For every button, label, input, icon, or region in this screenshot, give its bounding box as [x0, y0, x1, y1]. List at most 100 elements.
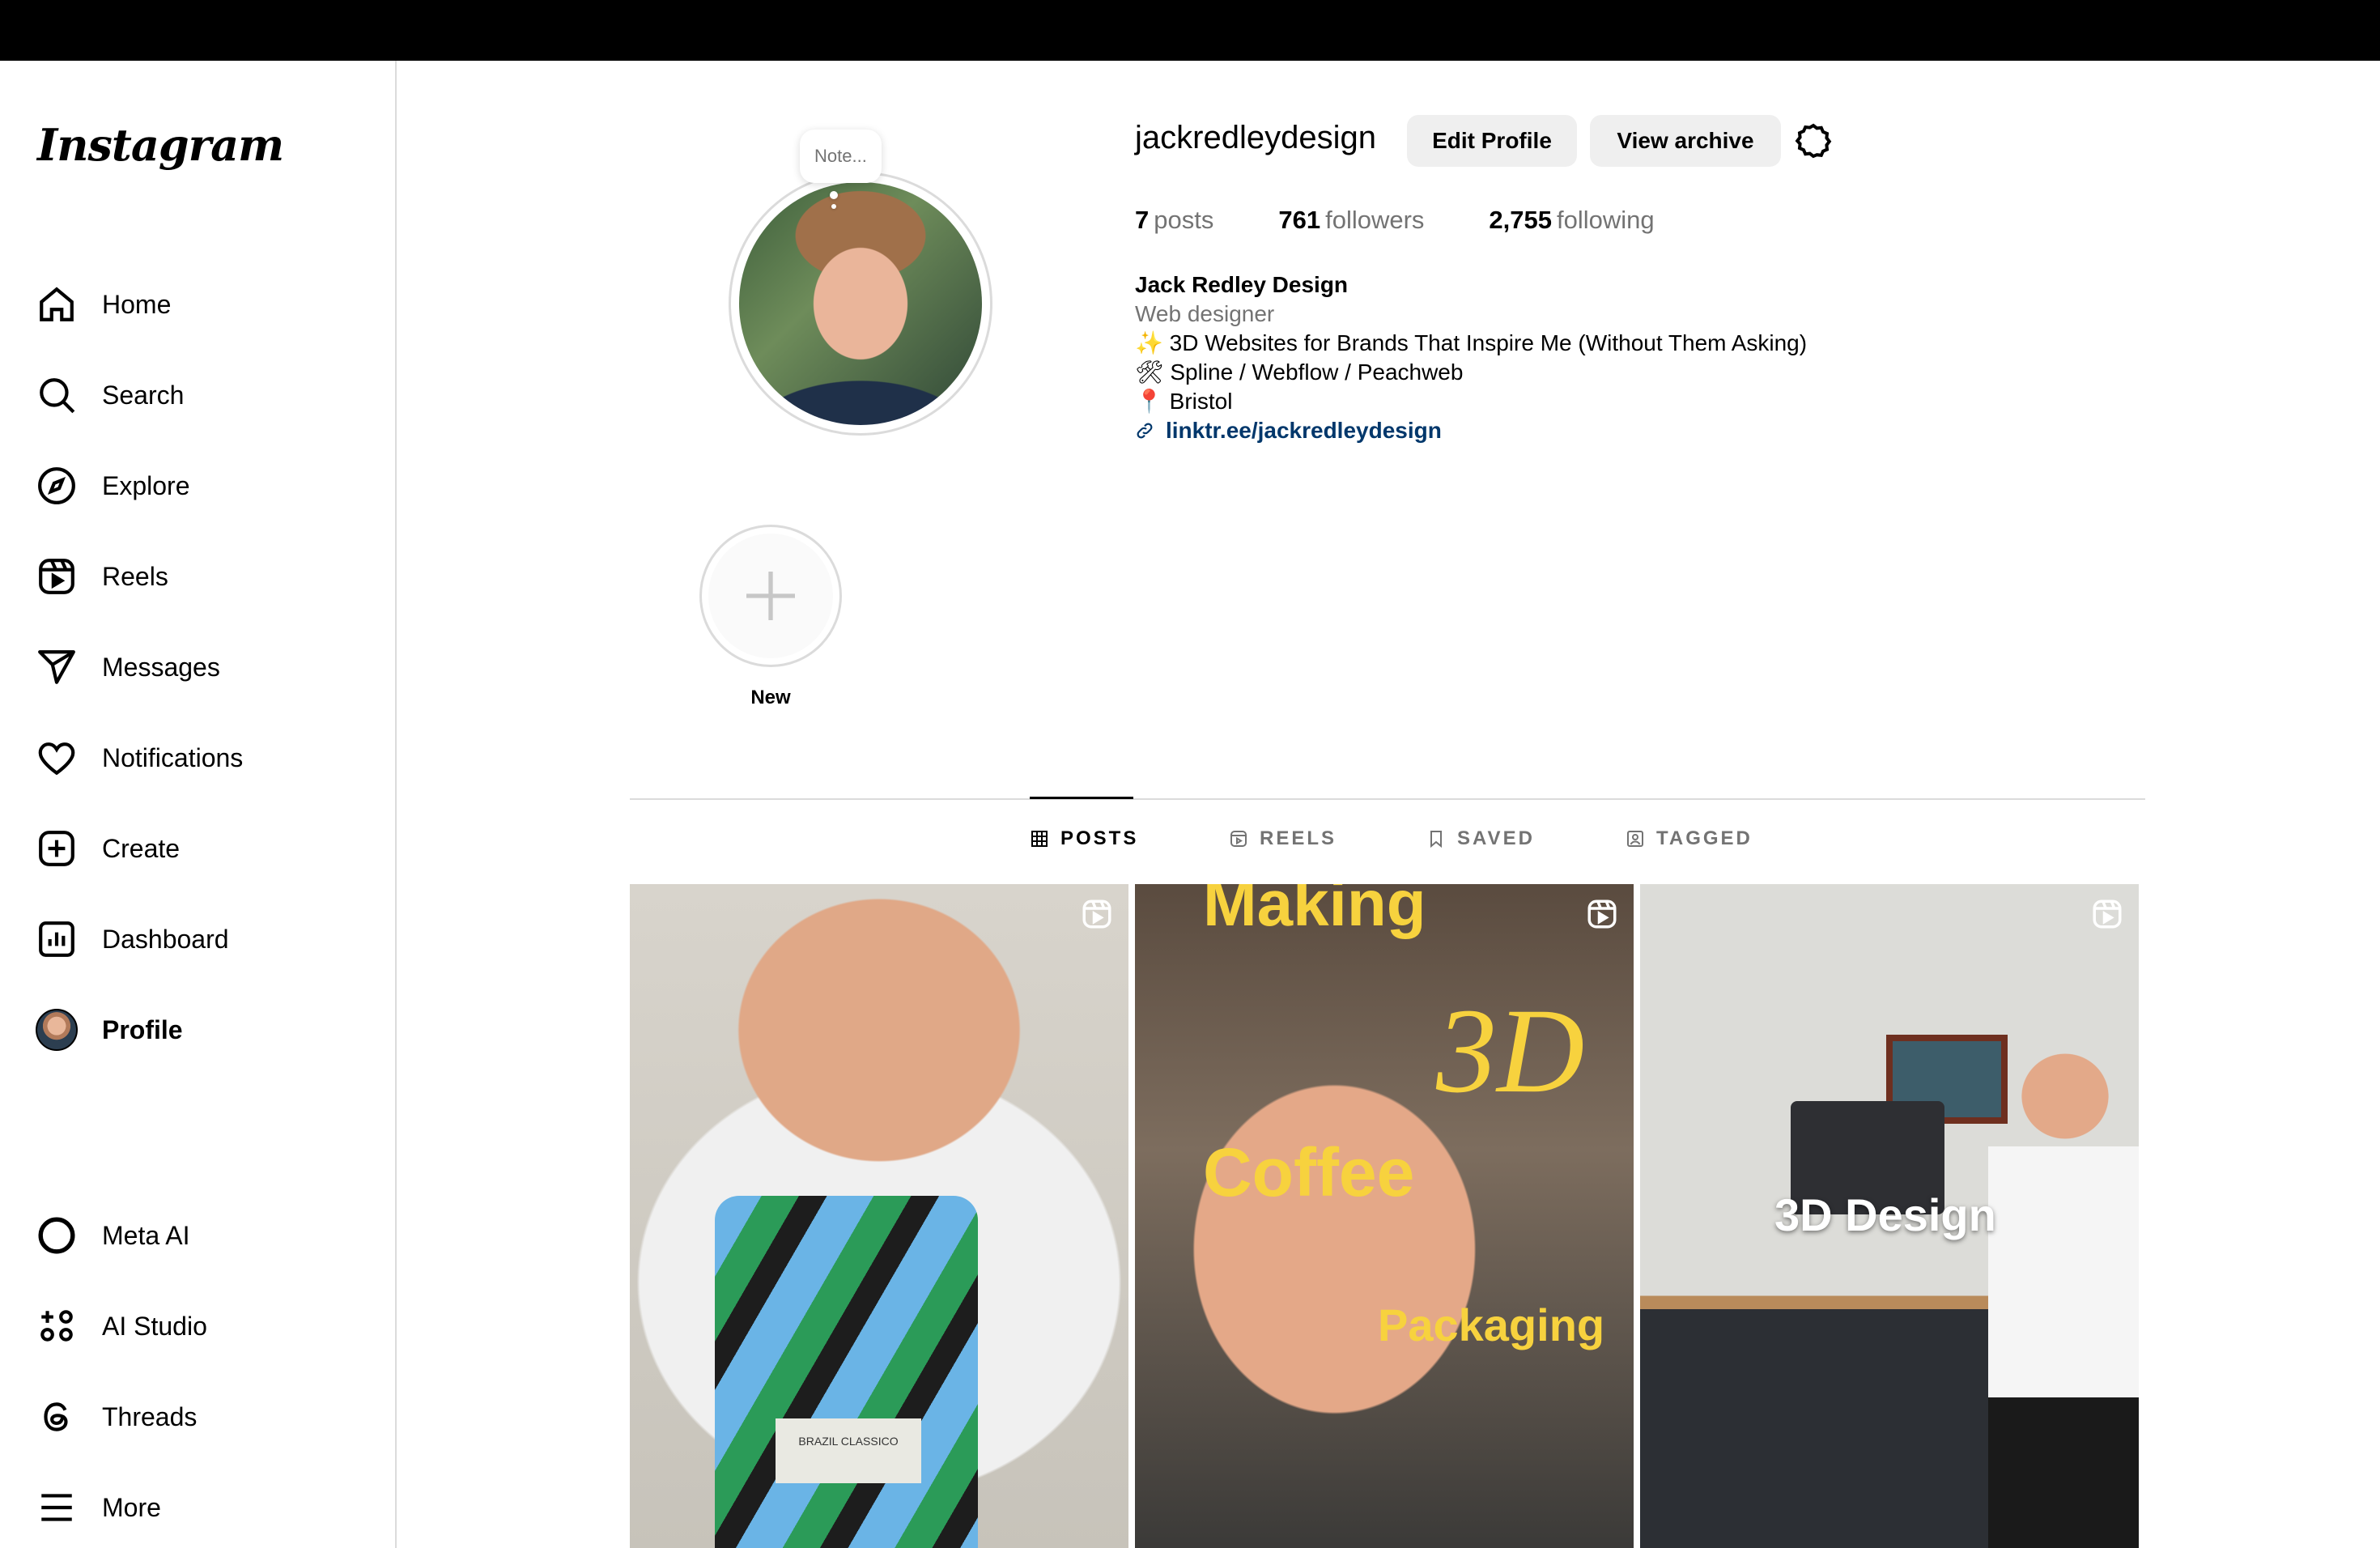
nav-label: Meta AI — [102, 1220, 190, 1250]
post-text-coffee: Coffee — [1203, 1134, 1415, 1210]
bio-name: Jack Redley Design — [1135, 272, 1349, 297]
reels-icon — [1230, 831, 1247, 847]
profile-stats: 7 posts 761 followers 2,755 following — [1135, 206, 1719, 235]
followers-count: 761 — [1278, 206, 1321, 234]
post-tile[interactable]: Making 3D Coffee Packaging — [1135, 884, 1634, 1548]
nav-label: Dashboard — [102, 924, 229, 954]
bookmark-icon — [1430, 831, 1442, 848]
profile-bio: Jack Redley Design Web designer ✨ 3D Web… — [1135, 270, 1807, 445]
nav-messages[interactable]: Messages — [18, 628, 374, 706]
tab-posts[interactable]: POSTS — [1030, 827, 1138, 850]
following-count: 2,755 — [1489, 206, 1552, 234]
nav-create[interactable]: Create — [18, 810, 374, 887]
nav-label: AI Studio — [102, 1311, 207, 1341]
edit-profile-button[interactable]: Edit Profile — [1407, 115, 1577, 167]
home-icon — [18, 266, 96, 343]
nav-notifications[interactable]: Notifications — [18, 719, 374, 797]
bag-label: BRAZIL CLASSICO — [776, 1418, 921, 1483]
tab-label: REELS — [1260, 827, 1337, 849]
nav-threads[interactable]: Threads — [18, 1378, 374, 1456]
view-archive-button[interactable]: View archive — [1590, 115, 1781, 167]
nav-label: Notifications — [102, 742, 244, 772]
nav-label: Reels — [102, 561, 168, 591]
search-icon — [18, 356, 96, 434]
settings-gear-icon[interactable] — [1794, 121, 1833, 160]
note-bubble-tail-small — [831, 204, 836, 209]
nav-label: Home — [102, 289, 172, 319]
post-text-3d: 3D — [1436, 984, 1585, 1118]
note-bubble-tail — [830, 191, 838, 199]
nav-search[interactable]: Search — [18, 356, 374, 434]
tagged-icon — [1627, 831, 1643, 847]
posts-label: posts — [1154, 206, 1214, 234]
reel-badge-icon — [1082, 899, 1111, 929]
profile-avatar-icon — [18, 991, 96, 1069]
plus-icon — [746, 572, 795, 620]
nav-reels[interactable]: Reels — [18, 538, 374, 615]
nav-dashboard[interactable]: Dashboard — [18, 900, 374, 978]
followers-stat[interactable]: 761 followers — [1278, 206, 1424, 235]
threads-icon — [18, 1378, 96, 1456]
following-label: following — [1557, 206, 1655, 234]
nav-home[interactable]: Home — [18, 266, 374, 343]
paper-plane-icon — [18, 628, 96, 706]
tab-label: SAVED — [1457, 827, 1535, 849]
reel-badge-icon — [1587, 899, 1617, 929]
nav-meta-ai[interactable]: Meta AI — [18, 1197, 374, 1274]
tab-label: TAGGED — [1656, 827, 1753, 849]
bio-link[interactable]: linktr.ee/jackredleydesign — [1135, 416, 1807, 445]
grid-icon — [1031, 831, 1048, 847]
posts-stat: 7 posts — [1135, 206, 1213, 235]
bio-line: 🛠 Spline / Webflow / Peachweb — [1135, 359, 1464, 385]
highlight-label: New — [750, 687, 791, 708]
nav-label: Create — [102, 833, 181, 863]
bio-line: 📍 Bristol — [1135, 389, 1233, 414]
instagram-logo[interactable]: Instagram — [37, 119, 284, 171]
tab-reels[interactable]: REELS — [1229, 827, 1337, 850]
menu-icon — [18, 1469, 96, 1546]
post-text-3d-design: 3D Design — [1774, 1189, 1996, 1240]
compass-icon — [18, 447, 96, 525]
tab-label: POSTS — [1060, 827, 1139, 849]
nav-profile[interactable]: Profile — [18, 991, 374, 1069]
followers-label: followers — [1325, 206, 1425, 234]
meta-ai-icon — [18, 1197, 96, 1274]
nav-label: More — [102, 1492, 161, 1522]
coffee-bag-image — [715, 1196, 978, 1548]
active-tab-indicator — [1030, 797, 1133, 799]
avatar — [36, 1009, 78, 1051]
post-tile[interactable]: 3D Design — [1640, 884, 2139, 1548]
tab-tagged[interactable]: TAGGED — [1626, 827, 1753, 850]
nav-label: Profile — [102, 1014, 183, 1044]
highlight-new[interactable]: New — [699, 525, 842, 709]
bio-link-text: linktr.ee/jackredleydesign — [1166, 418, 1442, 443]
nav-ai-studio[interactable]: AI Studio — [18, 1287, 374, 1365]
posts-count: 7 — [1135, 206, 1150, 234]
bio-line: ✨ 3D Websites for Brands That Inspire Me… — [1135, 330, 1808, 355]
sidebar: Instagram Home Search Explore Reels Mess… — [0, 61, 397, 1548]
nav-label: Search — [102, 380, 185, 410]
post-text-packaging: Packaging — [1378, 1299, 1605, 1350]
plus-square-icon — [18, 810, 96, 887]
nav-label: Messages — [102, 652, 220, 682]
person-image — [1988, 1046, 2139, 1548]
reel-badge-icon — [2093, 899, 2122, 929]
post-text-making: Making — [1203, 884, 1426, 939]
reels-icon — [18, 538, 96, 615]
link-icon — [1137, 423, 1153, 439]
bio-category: Web designer — [1135, 301, 1275, 326]
post-tile[interactable]: BRAZIL CLASSICO — [630, 884, 1128, 1548]
tab-saved[interactable]: SAVED — [1426, 827, 1535, 850]
profile-username: jackredleydesign — [1135, 120, 1376, 155]
chart-icon — [18, 900, 96, 978]
nav-more[interactable]: More — [18, 1469, 374, 1546]
ai-studio-icon — [18, 1287, 96, 1365]
highlight-inner — [708, 534, 833, 658]
following-stat[interactable]: 2,755 following — [1489, 206, 1654, 235]
window-top-bar — [0, 0, 2380, 61]
nav-explore[interactable]: Explore — [18, 447, 374, 525]
nav-label: Threads — [102, 1401, 198, 1431]
avatar-ring — [729, 172, 992, 436]
note-bubble[interactable]: Note... — [800, 130, 882, 183]
profile-avatar[interactable] — [729, 172, 992, 436]
